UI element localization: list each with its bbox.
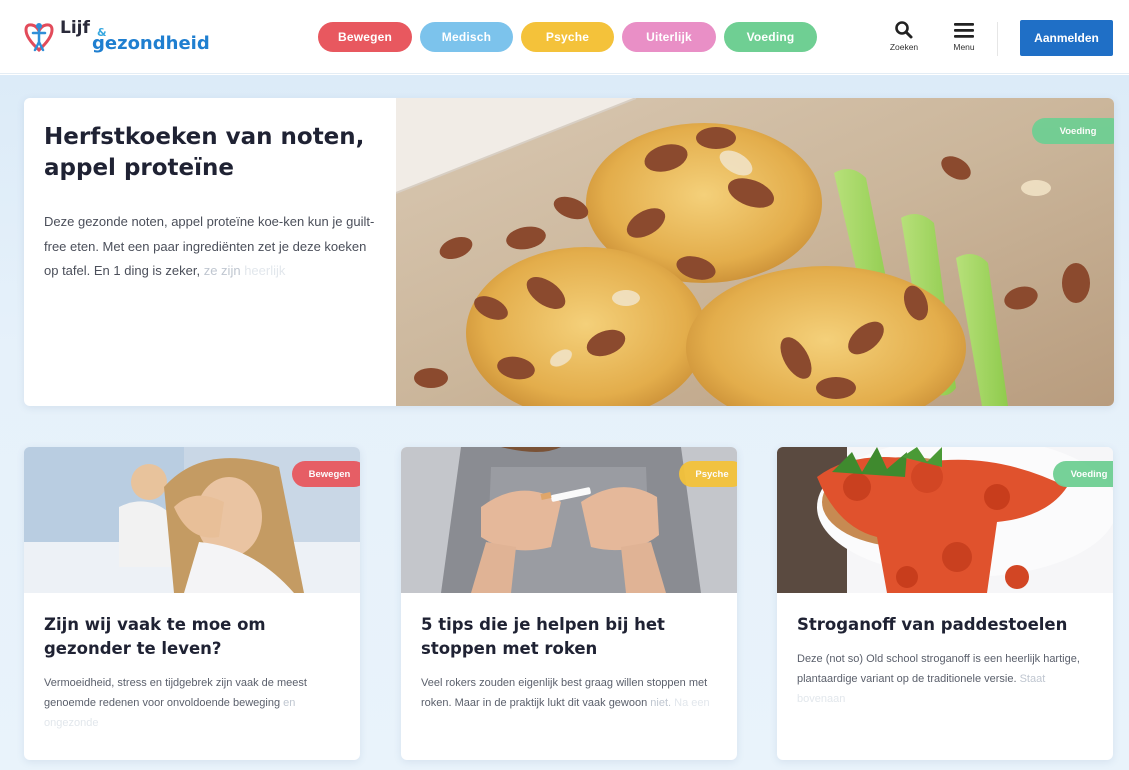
article-excerpt-fade: niet. bbox=[650, 697, 675, 709]
logo-wordmark: Lijf & gezondheid bbox=[60, 16, 220, 58]
article-excerpt: Deze (not so) Old school stroganoff is e… bbox=[797, 649, 1093, 709]
featured-article-text: Herfstkoeken van noten, appel proteïne D… bbox=[24, 98, 396, 406]
category-bewegen[interactable]: Bewegen bbox=[318, 22, 412, 52]
article-excerpt-fade: Staat bbox=[1019, 673, 1046, 685]
article-title[interactable]: Stroganoff van paddestoelen bbox=[797, 613, 1093, 637]
logo-text-gezondheid: gezondheid bbox=[92, 33, 210, 54]
hamburger-menu-icon bbox=[954, 23, 974, 38]
featured-article-title[interactable]: Herfstkoeken van noten, appel proteïne bbox=[44, 122, 376, 184]
header-divider bbox=[997, 22, 998, 56]
category-uiterlijk[interactable]: Uiterlijk bbox=[622, 22, 716, 52]
article-title[interactable]: 5 tips die je helpen bij het stoppen met… bbox=[421, 613, 717, 661]
featured-excerpt-fade: ze zijn bbox=[203, 263, 245, 278]
article-excerpt-text: Vermoeidheid, stress en tijdgebrek zijn … bbox=[44, 677, 307, 709]
featured-category-badge[interactable]: Voeding bbox=[1032, 118, 1114, 144]
article-excerpt-fade-end: ongezonde bbox=[44, 717, 99, 729]
article-card[interactable]: Bewegen Zijn wij vaak te moe om gezonder… bbox=[24, 447, 360, 760]
login-button[interactable]: Aanmelden bbox=[1020, 20, 1113, 56]
category-nav: Bewegen Medisch Psyche Uiterlijk Voeding bbox=[318, 22, 817, 52]
search-label: Zoeken bbox=[889, 42, 919, 52]
logo-figure-icon bbox=[24, 23, 54, 53]
article-excerpt-fade-end: Na een bbox=[674, 697, 710, 709]
article-card[interactable]: Voeding Stroganoff van paddestoelen Deze… bbox=[777, 447, 1113, 760]
logo-text-lijf: Lijf bbox=[60, 18, 90, 38]
article-excerpt: Vermoeidheid, stress en tijdgebrek zijn … bbox=[44, 673, 340, 733]
menu-label: Menu bbox=[953, 42, 975, 52]
article-category-badge[interactable]: Psyche bbox=[679, 461, 737, 487]
site-header: Lijf & gezondheid Bewegen Medisch Psyche… bbox=[0, 0, 1129, 74]
article-body: Zijn wij vaak te moe om gezonder te leve… bbox=[24, 593, 360, 733]
article-excerpt: Veel rokers zouden eigenlijk best graag … bbox=[421, 673, 717, 713]
search-button[interactable]: Zoeken bbox=[884, 20, 924, 56]
category-psyche[interactable]: Psyche bbox=[521, 22, 614, 52]
featured-article-image[interactable] bbox=[396, 98, 1114, 406]
article-category-badge[interactable]: Bewegen bbox=[292, 461, 360, 487]
featured-article-card[interactable]: Herfstkoeken van noten, appel proteïne D… bbox=[24, 98, 1114, 406]
search-icon bbox=[895, 21, 913, 39]
article-excerpt-fade: en bbox=[283, 697, 296, 709]
article-excerpt-fade-end: bovenaan bbox=[797, 693, 846, 705]
article-body: Stroganoff van paddestoelen Deze (not so… bbox=[777, 593, 1113, 709]
site-logo[interactable]: Lijf & gezondheid bbox=[22, 16, 220, 58]
category-medisch[interactable]: Medisch bbox=[420, 22, 513, 52]
article-title[interactable]: Zijn wij vaak te moe om gezonder te leve… bbox=[44, 613, 340, 661]
article-body: 5 tips die je helpen bij het stoppen met… bbox=[401, 593, 737, 713]
article-card[interactable]: Psyche 5 tips die je helpen bij het stop… bbox=[401, 447, 737, 760]
article-category-badge[interactable]: Voeding bbox=[1053, 461, 1113, 487]
featured-article-excerpt: Deze gezonde noten, appel proteïne koe-k… bbox=[44, 210, 376, 284]
featured-excerpt-fade-end: heerlijk bbox=[244, 263, 286, 278]
category-voeding[interactable]: Voeding bbox=[724, 22, 817, 52]
main-content: Herfstkoeken van noten, appel proteïne D… bbox=[0, 75, 1129, 770]
menu-button[interactable]: Menu bbox=[944, 20, 984, 56]
